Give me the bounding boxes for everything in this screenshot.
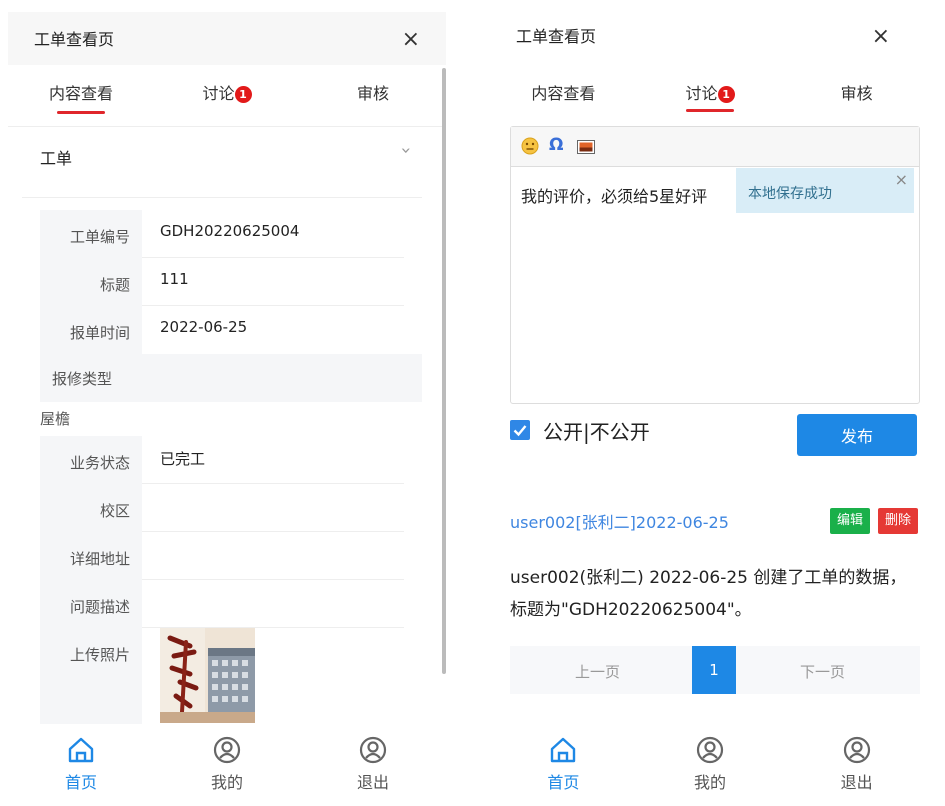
field-report-time: 报单时间 2022-06-25 xyxy=(40,306,422,354)
nav-home[interactable]: 首页 xyxy=(8,730,154,806)
save-success-toast: 本地保存成功 × xyxy=(736,168,914,213)
edit-comment-button[interactable]: 编辑 xyxy=(830,508,870,534)
field-label: 报单时间 xyxy=(40,306,142,354)
field-repair-type: 报修类型 xyxy=(40,354,422,402)
field-value: 已完工 xyxy=(160,450,206,468)
bottom-nav: 首页 我的 退出 xyxy=(8,730,446,806)
tab-label: 讨论 xyxy=(685,84,718,103)
field-label: 校区 xyxy=(40,484,142,532)
tab-label: 讨论 xyxy=(202,84,235,103)
repair-type-value: 屋檐 xyxy=(40,410,71,428)
field-label: 工单编号 xyxy=(40,210,142,258)
tab-review[interactable]: 审核 xyxy=(300,65,446,126)
user-icon xyxy=(696,736,724,764)
tab-label: 内容查看 xyxy=(531,84,596,103)
work-order-view-panel: 工单查看页 × 内容查看 讨论 1 审核 工单 ‹ 工单编号 GDH2022062… xyxy=(0,0,450,806)
tab-bar: 内容查看 讨论 1 审核 xyxy=(8,65,446,127)
divider xyxy=(22,197,422,198)
nav-home[interactable]: 首页 xyxy=(490,730,637,806)
tab-label: 内容查看 xyxy=(48,84,113,103)
visibility-label: 公开|不公开 xyxy=(543,420,650,444)
logout-icon xyxy=(359,736,387,764)
field-title: 标题 111 xyxy=(40,258,422,306)
prev-page-button[interactable]: 上一页 xyxy=(575,661,620,682)
field-value: 2022-06-25 xyxy=(160,318,248,336)
field-value: GDH20220625004 xyxy=(160,222,300,240)
field-campus: 校区 xyxy=(40,484,422,532)
toast-message: 本地保存成功 xyxy=(748,186,832,202)
tab-content-view[interactable]: 内容查看 xyxy=(8,65,154,126)
nav-logout[interactable]: 退出 xyxy=(300,730,446,806)
unread-badge: 1 xyxy=(717,86,735,103)
field-label: 问题描述 xyxy=(40,580,142,628)
page-title: 工单查看页 xyxy=(516,27,597,46)
editor-text: 我的评价，必须给5星好评 xyxy=(521,187,708,206)
chevron-up-icon[interactable]: ‹ xyxy=(395,147,416,154)
field-address: 详细地址 xyxy=(40,532,422,580)
home-icon xyxy=(68,737,94,763)
current-page-button[interactable]: 1 xyxy=(692,646,736,694)
delete-comment-button[interactable]: 删除 xyxy=(878,508,918,534)
nav-label: 首页 xyxy=(64,773,97,792)
nav-label: 我的 xyxy=(210,773,243,792)
tab-review[interactable]: 审核 xyxy=(783,65,930,127)
nav-logout[interactable]: 退出 xyxy=(783,730,930,806)
bottom-nav: 首页 我的 退出 xyxy=(490,730,930,806)
scrollbar[interactable] xyxy=(442,68,446,674)
tab-discussion[interactable]: 讨论 1 xyxy=(154,65,300,126)
field-label: 报修类型 xyxy=(52,370,113,388)
page-title: 工单查看页 xyxy=(34,30,115,49)
section-title: 工单 xyxy=(40,149,73,168)
field-label: 上传照片 xyxy=(40,628,142,724)
active-tab-indicator xyxy=(686,109,734,112)
nav-label: 退出 xyxy=(840,773,873,792)
tab-label: 审核 xyxy=(840,84,873,103)
publish-button[interactable]: 发布 xyxy=(797,414,917,456)
emoji-icon[interactable] xyxy=(521,137,539,159)
nav-label: 首页 xyxy=(547,773,580,792)
tab-content-view[interactable]: 内容查看 xyxy=(490,65,637,127)
comment-body: user002(张利二) 2022-06-25 创建了工单的数据，标题为"GDH… xyxy=(510,568,907,620)
uploaded-photo-thumbnail[interactable] xyxy=(160,628,255,723)
nav-label: 我的 xyxy=(694,773,727,792)
unread-badge: 1 xyxy=(234,86,252,103)
user-icon xyxy=(213,736,241,764)
home-icon xyxy=(551,737,576,763)
field-label: 业务状态 xyxy=(40,436,142,484)
close-icon[interactable]: × xyxy=(402,29,420,51)
comment-author-link[interactable]: user002[张利二]2022-06-25 xyxy=(510,509,729,533)
close-icon[interactable]: × xyxy=(872,26,890,48)
tab-bar: 内容查看 讨论 1 审核 xyxy=(490,65,930,127)
close-icon[interactable]: × xyxy=(895,170,908,189)
field-label: 详细地址 xyxy=(40,532,142,580)
public-checkbox[interactable] xyxy=(510,420,530,440)
nav-mine[interactable]: 我的 xyxy=(154,730,300,806)
nav-mine[interactable]: 我的 xyxy=(637,730,784,806)
logout-icon xyxy=(843,736,870,764)
field-label: 标题 xyxy=(40,258,142,306)
field-business-status: 业务状态 已完工 xyxy=(40,436,422,484)
nav-label: 退出 xyxy=(356,773,389,792)
next-page-button[interactable]: 下一页 xyxy=(800,661,845,682)
tab-label: 审核 xyxy=(356,84,389,103)
editor-toolbar: Ω xyxy=(511,127,919,167)
image-icon[interactable] xyxy=(577,139,595,158)
special-char-icon[interactable]: Ω xyxy=(549,136,563,154)
field-order-number: 工单编号 GDH20220625004 xyxy=(40,210,422,258)
work-order-discussion-panel: 工单查看页 × 内容查看 讨论 1 审核 Ω 我的评价，必须给5星好评 本地保存成… xyxy=(490,0,945,806)
checkmark-icon xyxy=(513,425,527,437)
field-value: 111 xyxy=(160,270,189,288)
active-tab-indicator xyxy=(57,111,105,114)
pagination: 上一页 1 下一页 xyxy=(510,646,920,694)
field-problem-description: 问题描述 xyxy=(40,580,422,628)
tab-discussion[interactable]: 讨论 1 xyxy=(637,65,784,127)
